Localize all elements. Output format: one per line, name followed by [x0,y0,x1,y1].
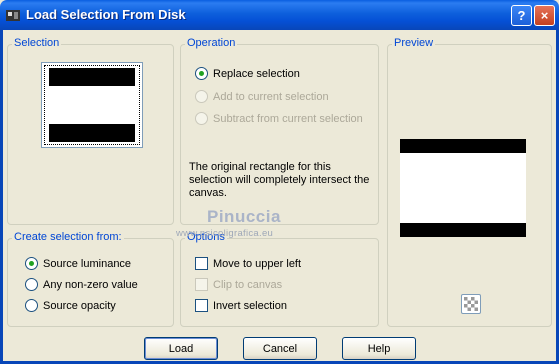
selection-group-title: Selection [12,37,62,49]
checkerboard-icon [464,297,478,311]
source-luminance-label: Source luminance [43,257,132,270]
invert-selection-label: Invert selection [213,299,287,312]
radio-button[interactable] [25,299,38,312]
source-opacity-label: Source opacity [43,299,116,312]
help-title-button[interactable]: ? [511,5,532,26]
checkbox[interactable] [195,278,208,291]
move-upper-left-label: Move to upper left [213,257,302,270]
create-from-group-title: Create selection from: [12,231,124,243]
preview-image [400,139,526,237]
subtract-selection-label: Subtract from current selection [213,112,363,125]
checkbox[interactable] [195,299,208,312]
watermark-name: Pinuccia [207,207,281,226]
selection-thumb-bottom-bar [49,124,135,142]
radio-button[interactable] [195,67,208,80]
clip-to-canvas-label: Clip to canvas [213,278,283,291]
selection-thumbnail [41,62,143,148]
radio-button[interactable] [25,257,38,270]
preview-group-title: Preview [392,37,436,49]
clip-to-canvas-option[interactable]: Clip to canvas [195,278,282,291]
transparency-toggle-button[interactable] [461,294,481,314]
cancel-button[interactable]: Cancel [243,337,317,360]
invert-selection-option[interactable]: Invert selection [195,299,287,312]
add-selection-option[interactable]: Add to current selection [195,90,329,103]
help-button[interactable]: Help [342,337,416,360]
load-button[interactable]: Load [144,337,218,360]
operation-info-text: The original rectangle for this selectio… [189,161,370,199]
move-upper-left-option[interactable]: Move to upper left [195,257,301,270]
replace-selection-label: Replace selection [213,67,300,80]
radio-button[interactable] [195,112,208,125]
radio-button[interactable] [25,278,38,291]
radio-button[interactable] [195,90,208,103]
watermark-url: www.psicoligrafica.eu [176,228,274,239]
operation-group-title: Operation [185,37,238,49]
preview-bottom-bar [400,223,526,237]
non-zero-value-option[interactable]: Any non-zero value [25,278,138,291]
checkbox[interactable] [195,257,208,270]
app-icon [6,10,20,21]
preview-top-bar [400,139,526,153]
question-icon: ? [517,8,526,23]
close-icon: × [540,8,549,23]
replace-selection-option[interactable]: Replace selection [195,67,300,80]
close-button[interactable]: × [534,5,555,26]
source-opacity-option[interactable]: Source opacity [25,299,116,312]
window-title: Load Selection From Disk [26,7,186,22]
non-zero-value-label: Any non-zero value [43,278,138,291]
selection-thumb-top-bar [49,68,135,86]
subtract-selection-option[interactable]: Subtract from current selection [195,112,363,125]
title-bar[interactable]: Load Selection From Disk ? × [0,0,559,30]
add-selection-label: Add to current selection [213,90,329,103]
source-luminance-option[interactable]: Source luminance [25,257,131,270]
